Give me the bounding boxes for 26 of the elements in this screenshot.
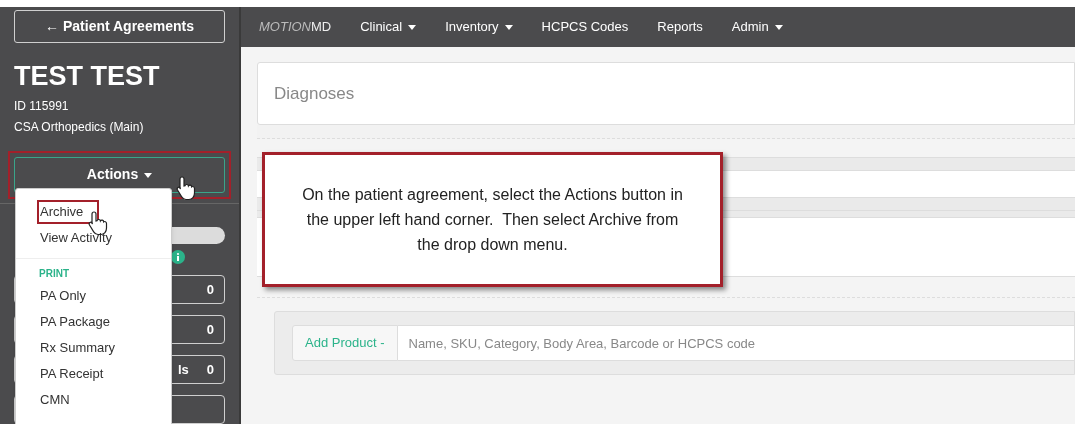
nav-link[interactable]: Reports xyxy=(657,17,703,37)
menu-item[interactable]: View Activity xyxy=(39,228,113,248)
caret-icon xyxy=(144,172,153,178)
menu-item[interactable]: Rx Summary xyxy=(39,338,117,358)
brand-logo[interactable]: MOTIONMD xyxy=(259,17,332,37)
menu-item[interactable]: CMN xyxy=(39,390,71,410)
menu-item[interactable]: PA Package xyxy=(39,312,111,332)
hand-cursor-icon xyxy=(176,174,198,201)
menu-heading: PRINT xyxy=(39,267,70,281)
nav-link[interactable]: Inventory xyxy=(445,17,513,37)
counter-label: ls xyxy=(177,360,189,379)
nav-link[interactable]: Admin xyxy=(731,17,783,37)
section-title: Diagnoses xyxy=(274,82,355,105)
patient-id: ID 115991 xyxy=(14,97,70,115)
menu-item[interactable]: PA Receipt xyxy=(39,364,105,384)
counter-value: 0 xyxy=(206,360,214,379)
counter-value: 0 xyxy=(206,321,214,340)
patient-location: CSA Orthopedics (Main) xyxy=(14,118,145,136)
product-search-field[interactable]: Name, SKU, Category, Body Area, Barcode or HCPCS code xyxy=(397,325,1074,361)
patient-name: TEST TEST xyxy=(14,62,161,90)
back-button[interactable]: ← Patient Agreements xyxy=(14,10,225,43)
instruction-callout: On the patient agreement, select the Actions button in the upper left hand corner. Then select Archive from the drop down menu. xyxy=(262,152,723,287)
nav-link[interactable]: Clinical xyxy=(360,17,417,37)
counter-value: 0 xyxy=(206,281,214,300)
menu-item[interactable]: PA Only xyxy=(39,286,87,306)
nav-link[interactable]: HCPCS Codes xyxy=(541,17,629,37)
